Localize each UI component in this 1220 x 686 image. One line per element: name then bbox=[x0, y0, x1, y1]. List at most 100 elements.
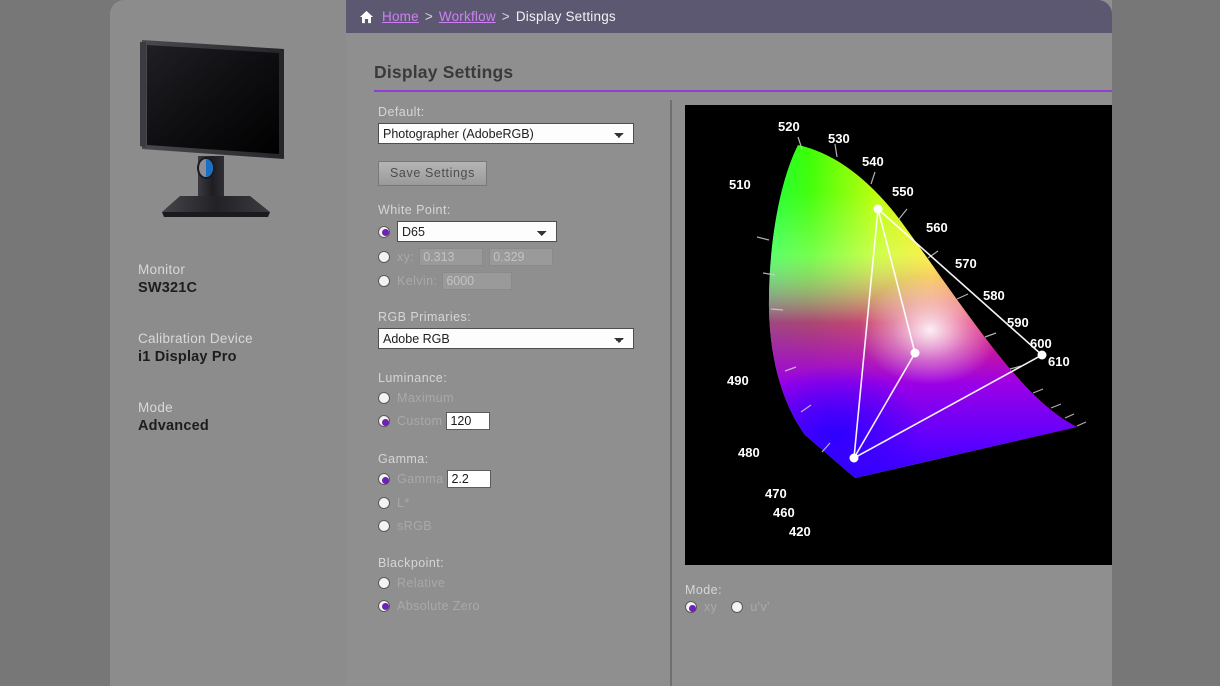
mode-label: Mode bbox=[138, 400, 173, 415]
column-divider bbox=[670, 100, 672, 686]
white-point-kelvin-row: Kelvin: bbox=[378, 272, 658, 290]
wavelength-label-510: 510 bbox=[729, 177, 751, 192]
diagram-mode-uv-label: u'v' bbox=[750, 600, 770, 614]
monitor-product-image bbox=[140, 40, 284, 217]
luminance-maximum-row: Maximum bbox=[378, 389, 658, 406]
rgb-primaries-label: RGB Primaries: bbox=[378, 310, 472, 324]
settings-form: Default: Photographer (AdobeRGB) Save Se… bbox=[378, 105, 658, 631]
diagram-mode-xy-label: xy bbox=[704, 600, 718, 614]
rgb-primaries-select[interactable]: Adobe RGB bbox=[378, 328, 634, 349]
diagram-mode-label: Mode: bbox=[685, 583, 722, 597]
luminance-custom-radio[interactable] bbox=[378, 415, 390, 427]
luminance-maximum-radio[interactable] bbox=[378, 391, 390, 404]
white-point-preset-radio[interactable] bbox=[378, 225, 390, 238]
main-content: Home > Workflow > Display Settings Displ… bbox=[346, 0, 1112, 686]
mode-value: Advanced bbox=[138, 418, 209, 434]
title-underline bbox=[374, 90, 1112, 92]
gamma-lstar-row: L* bbox=[378, 494, 658, 511]
blackpoint-absolute-radio[interactable] bbox=[378, 599, 390, 612]
gamut-vertex-red bbox=[1037, 350, 1047, 360]
breadcrumb-home-link[interactable]: Home bbox=[382, 9, 419, 24]
white-point-x-input[interactable] bbox=[419, 248, 484, 266]
luminance-custom-row: Custom bbox=[378, 412, 658, 430]
save-group: Save Settings bbox=[378, 161, 658, 186]
gamma-lstar-radio[interactable] bbox=[378, 496, 390, 509]
wavelength-label-540: 540 bbox=[862, 154, 884, 169]
wavelength-label-600: 600 bbox=[1030, 336, 1052, 351]
luminance-label: Luminance: bbox=[378, 371, 448, 385]
wavelength-label-610: 610 bbox=[1048, 354, 1070, 369]
white-point-xy-row: xy: bbox=[378, 248, 658, 266]
breadcrumb-workflow-link[interactable]: Workflow bbox=[439, 9, 496, 24]
gamma-lstar-label: L* bbox=[397, 495, 410, 510]
white-point-y-input[interactable] bbox=[489, 248, 554, 266]
white-point-kelvin-label: Kelvin: bbox=[397, 274, 438, 288]
gamma-value-row: Gamma bbox=[378, 470, 658, 488]
white-point-kelvin-radio[interactable] bbox=[378, 275, 390, 287]
page-title: Display Settings bbox=[374, 62, 514, 82]
wavelength-label-460: 460 bbox=[773, 505, 795, 520]
white-point-group: White Point: D65 xy: Kelvin: bbox=[378, 203, 658, 290]
sidebar: Monitor SW321C Calibration Device i1 Dis… bbox=[110, 0, 346, 686]
blackpoint-absolute-label: Absolute Zero bbox=[397, 598, 481, 613]
blackpoint-absolute-row: Absolute Zero bbox=[378, 597, 658, 614]
default-preset-select[interactable]: Photographer (AdobeRGB) bbox=[378, 123, 634, 144]
luminance-custom-input[interactable] bbox=[446, 412, 491, 430]
gamma-group: Gamma: Gamma L* sRGB bbox=[378, 452, 658, 534]
calibration-device-label: Calibration Device bbox=[138, 331, 253, 346]
diagram-mode-uv-radio[interactable] bbox=[731, 601, 744, 613]
blackpoint-relative-label: Relative bbox=[397, 575, 446, 590]
wavelength-label-470: 470 bbox=[765, 486, 787, 501]
rgb-primaries-group: RGB Primaries: Adobe RGB bbox=[378, 310, 658, 349]
home-icon[interactable] bbox=[359, 10, 374, 24]
wavelength-label-520: 520 bbox=[778, 119, 800, 134]
blackpoint-group: Blackpoint: Relative Absolute Zero bbox=[378, 556, 658, 614]
white-point-kelvin-input[interactable] bbox=[442, 272, 513, 290]
default-label: Default: bbox=[378, 105, 425, 119]
diagram-mode-xy-radio[interactable] bbox=[685, 601, 697, 613]
blackpoint-label: Blackpoint: bbox=[378, 556, 445, 570]
chromaticity-diagram-svg[interactable]: 520 530 540 550 560 570 580 590 600 610 … bbox=[685, 105, 1112, 565]
chromaticity-diagram: 520 530 540 550 560 570 580 590 600 610 … bbox=[685, 105, 1112, 565]
gamma-input[interactable] bbox=[447, 470, 492, 488]
wavelength-label-580: 580 bbox=[983, 288, 1005, 303]
white-point-label: White Point: bbox=[378, 203, 451, 217]
gamma-srgb-row: sRGB bbox=[378, 517, 658, 534]
white-point-preset-select[interactable]: D65 bbox=[397, 221, 557, 242]
breadcrumb-current: Display Settings bbox=[515, 9, 616, 24]
default-group: Default: Photographer (AdobeRGB) bbox=[378, 105, 658, 144]
gamma-option-label: Gamma bbox=[397, 472, 444, 486]
display-settings-page: Monitor SW321C Calibration Device i1 Dis… bbox=[0, 0, 1220, 686]
luminance-group: Luminance: Maximum Custom bbox=[378, 371, 658, 430]
luminance-custom-label: Custom bbox=[397, 414, 443, 428]
gamma-value-radio[interactable] bbox=[378, 473, 390, 485]
breadcrumb: Home > Workflow > Display Settings bbox=[346, 0, 1112, 33]
wavelength-label-420: 420 bbox=[789, 524, 811, 539]
wavelength-label-490: 490 bbox=[727, 373, 749, 388]
wavelength-label-570: 570 bbox=[955, 256, 977, 271]
sidebar-mode-info: Mode Advanced bbox=[138, 400, 338, 434]
blackpoint-relative-row: Relative bbox=[378, 574, 658, 591]
wavelength-label-550: 550 bbox=[892, 184, 914, 199]
diagram-mode-group: Mode: xy u'v' bbox=[685, 583, 784, 614]
white-point-xy-radio[interactable] bbox=[378, 251, 390, 263]
gamma-srgb-label: sRGB bbox=[397, 518, 432, 533]
gamma-label: Gamma: bbox=[378, 452, 429, 466]
calibration-device-value: i1 Display Pro bbox=[138, 349, 237, 365]
breadcrumb-separator-1: > bbox=[424, 9, 433, 24]
monitor-value: SW321C bbox=[138, 280, 198, 296]
wavelength-label-480: 480 bbox=[738, 445, 760, 460]
luminance-maximum-label: Maximum bbox=[397, 390, 454, 405]
gamma-srgb-radio[interactable] bbox=[378, 519, 390, 532]
wavelength-label-560: 560 bbox=[926, 220, 948, 235]
diagram-mode-row: xy u'v' bbox=[685, 600, 784, 614]
sidebar-device-info: Calibration Device i1 Display Pro bbox=[138, 331, 338, 365]
sidebar-monitor-info: Monitor SW321C bbox=[138, 262, 338, 296]
monitor-label: Monitor bbox=[138, 262, 186, 277]
blackpoint-relative-radio[interactable] bbox=[378, 576, 390, 589]
wavelength-label-530: 530 bbox=[828, 131, 850, 146]
white-point-xy-label: xy: bbox=[397, 250, 415, 264]
white-point-preset-row: D65 bbox=[378, 221, 658, 242]
save-settings-button[interactable]: Save Settings bbox=[378, 161, 487, 186]
breadcrumb-separator-2: > bbox=[501, 9, 510, 24]
